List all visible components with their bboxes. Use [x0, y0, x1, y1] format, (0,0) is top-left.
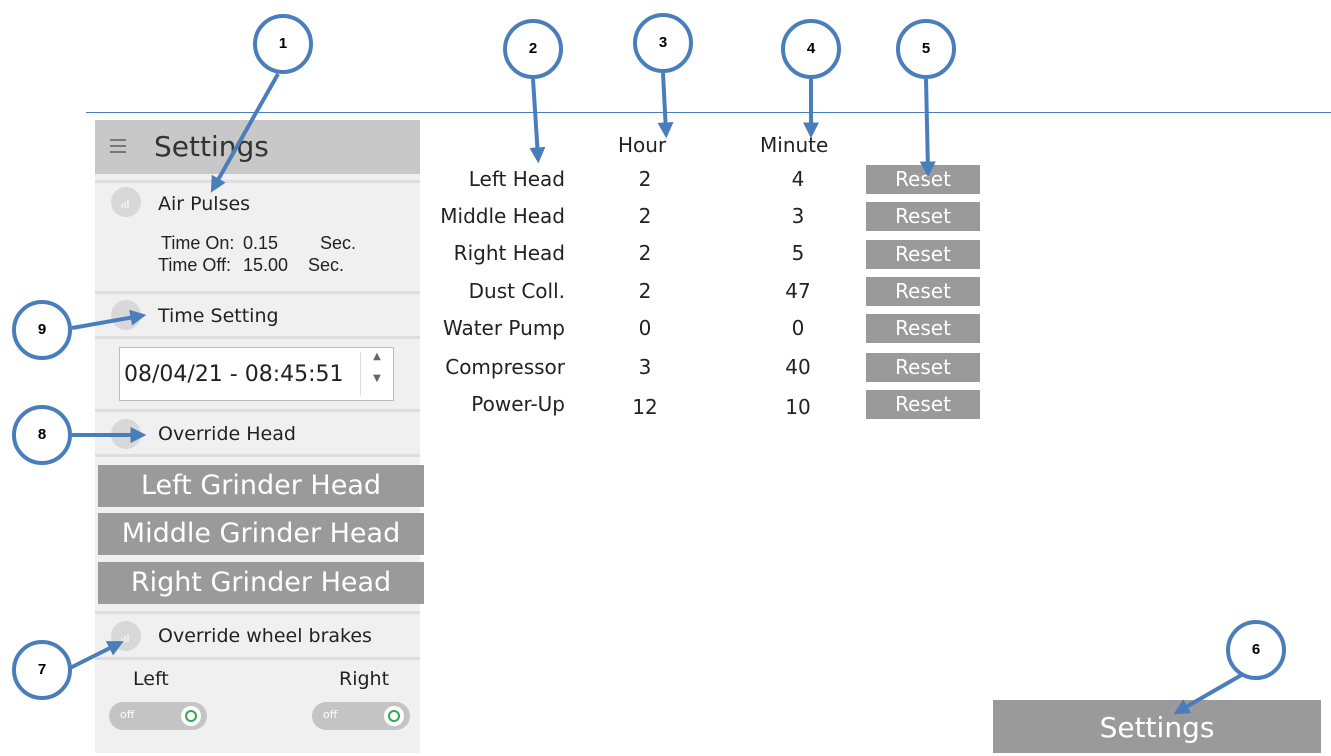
callout-7: 7	[12, 640, 72, 700]
callout-arrow-7	[69, 641, 124, 670]
callout-arrow-2	[529, 78, 546, 164]
callout-arrow-1	[210, 73, 280, 193]
callout-8: 8	[12, 405, 72, 465]
callout-arrow-5	[919, 78, 936, 178]
callout-4: 4	[781, 19, 841, 79]
callout-arrow-9	[71, 309, 147, 330]
callout-6: 6	[1226, 620, 1286, 680]
callout-9: 9	[12, 300, 72, 360]
callout-1: 1	[253, 14, 313, 74]
callout-arrow-6	[1173, 671, 1246, 715]
callout-arrow-3	[657, 72, 674, 139]
callout-3: 3	[633, 13, 693, 73]
callout-2: 2	[503, 19, 563, 79]
callout-arrows	[69, 72, 1246, 715]
callout-5: 5	[896, 19, 956, 79]
